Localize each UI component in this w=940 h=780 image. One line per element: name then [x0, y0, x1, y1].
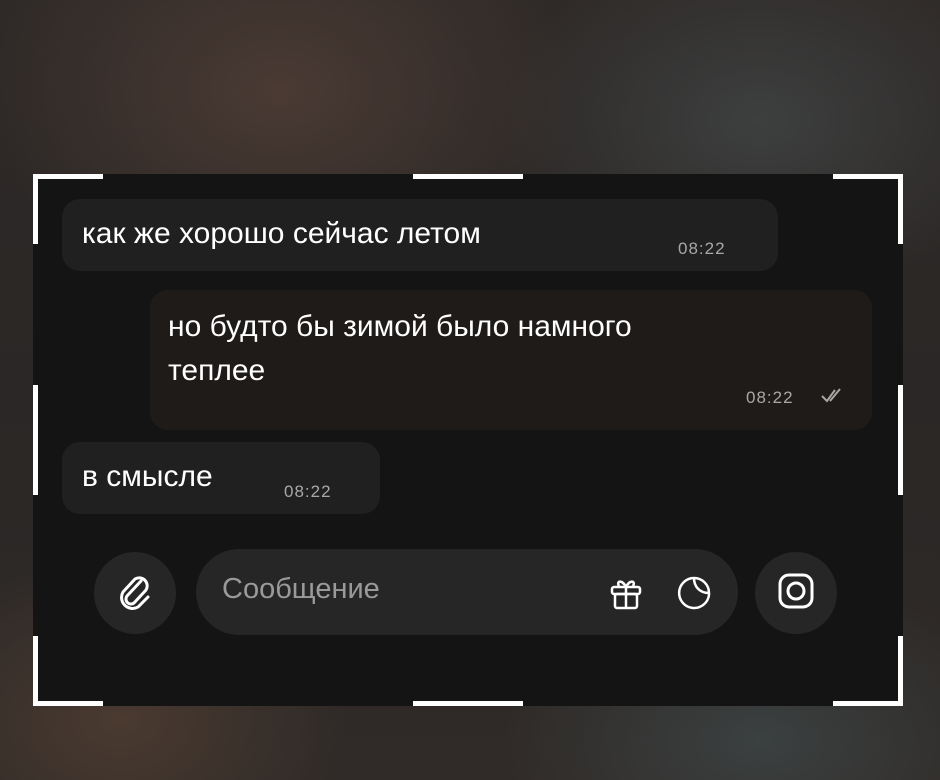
message-time: 08:22 — [746, 388, 794, 407]
camera-button[interactable] — [755, 552, 837, 634]
camera-icon — [774, 569, 818, 618]
message-placeholder: Сообщение — [222, 573, 380, 605]
message-bubble-incoming[interactable]: как же хорошо сейчас летом 08:22 — [62, 199, 778, 271]
message-bubble-outgoing[interactable]: но будто бы зимой было намного теплее 08… — [150, 290, 872, 430]
message-text: в смысле — [82, 460, 213, 493]
gift-icon[interactable] — [606, 573, 646, 618]
message-input[interactable]: Сообщение — [196, 549, 738, 635]
paperclip-icon — [113, 569, 157, 618]
message-text-line-1: но будто бы зимой было намного — [168, 310, 632, 343]
message-time: 08:22 — [284, 482, 332, 501]
message-bubble-incoming[interactable]: в смысле 08:22 — [62, 442, 380, 514]
double-check-icon — [820, 386, 846, 409]
sticker-icon[interactable] — [674, 573, 714, 618]
message-text: как же хорошо сейчас летом — [82, 217, 481, 250]
message-time: 08:22 — [678, 239, 726, 258]
message-text-line-2: теплее — [168, 354, 266, 387]
attach-button[interactable] — [94, 552, 176, 634]
